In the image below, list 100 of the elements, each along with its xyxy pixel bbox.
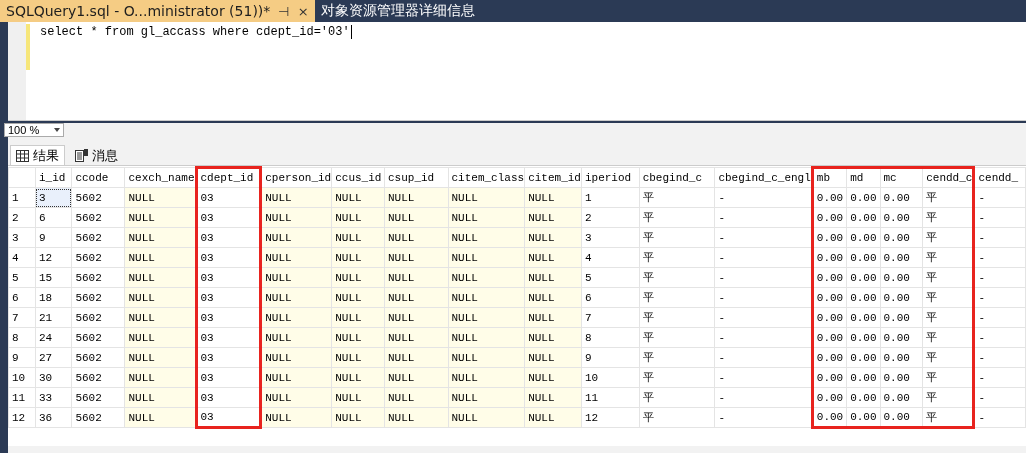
table-cell: 0.00 xyxy=(812,327,847,348)
column-header[interactable]: citem_class xyxy=(448,167,525,188)
column-header[interactable]: cexch_name xyxy=(125,167,196,188)
table-cell: 0.00 xyxy=(846,387,880,408)
column-header[interactable]: csup_id xyxy=(384,167,448,188)
table-cell: 5602 xyxy=(71,367,125,388)
column-header[interactable]: cendd_c xyxy=(922,167,974,188)
table-cell: 5602 xyxy=(71,227,125,248)
table-cell: 15 xyxy=(35,267,72,288)
table-cell: 平 xyxy=(639,407,715,428)
table-cell: - xyxy=(973,407,1026,428)
table-cell: 5602 xyxy=(71,247,125,268)
table-cell: - xyxy=(973,287,1026,308)
table-cell: - xyxy=(973,387,1026,408)
table-cell: 0.00 xyxy=(880,287,923,308)
table-cell: 10 xyxy=(581,367,640,388)
table-cell: 平 xyxy=(639,267,715,288)
row-number: 1 xyxy=(8,187,36,208)
sql-code-line[interactable]: select * from gl_accass where cdept_id='03' xyxy=(40,25,352,39)
table-cell: 平 xyxy=(922,227,974,248)
table-cell: 9 xyxy=(35,227,72,248)
table-cell: 30 xyxy=(35,367,72,388)
table-cell: 11 xyxy=(581,387,640,408)
change-marker xyxy=(26,24,30,70)
table-cell: - xyxy=(973,307,1026,328)
table-cell: 7 xyxy=(581,307,640,328)
column-header[interactable]: i_id xyxy=(35,167,72,188)
table-cell: 平 xyxy=(922,367,974,388)
table-cell: 0.00 xyxy=(812,227,847,248)
column-header[interactable]: cdept_id xyxy=(196,167,261,188)
table-cell: 0.00 xyxy=(880,187,923,208)
result-tab[interactable]: 结果 xyxy=(10,145,65,165)
table-cell: 2 xyxy=(581,207,640,228)
table-cell: 0.00 xyxy=(846,267,880,288)
table-cell: 平 xyxy=(922,347,974,368)
zoom-dropdown[interactable]: 100 % xyxy=(4,123,64,137)
column-header[interactable]: citem_id xyxy=(524,167,582,188)
column-header[interactable]: cendd_ xyxy=(973,167,1026,188)
table-cell: 0.00 xyxy=(812,347,847,368)
row-number: 8 xyxy=(8,327,36,348)
table-cell: 平 xyxy=(639,327,715,348)
table-cell: 0.00 xyxy=(812,307,847,328)
tab-label: SQLQuery1.sql - O...ministrator (51))* xyxy=(6,3,271,19)
column-header[interactable]: mb xyxy=(812,167,847,188)
column-header[interactable]: mc xyxy=(880,167,923,188)
row-number: 5 xyxy=(8,267,36,288)
table-cell: 平 xyxy=(639,207,715,228)
table-cell: - xyxy=(973,367,1026,388)
caret-icon xyxy=(54,128,60,132)
table-cell: 0.00 xyxy=(846,307,880,328)
table-cell: 0.00 xyxy=(880,207,923,228)
table-cell: 平 xyxy=(639,367,715,388)
column-header[interactable]: iperiod xyxy=(581,167,640,188)
table-cell: 4 xyxy=(581,247,640,268)
result-tab[interactable]: 消息 xyxy=(69,145,124,165)
table-cell: 0.00 xyxy=(846,287,880,308)
pin-icon[interactable]: ⊣ xyxy=(278,3,290,19)
document-tab[interactable]: SQLQuery1.sql - O...ministrator (51))* ⊣ × xyxy=(0,0,315,22)
table-cell: 0.00 xyxy=(880,307,923,328)
table-cell: 33 xyxy=(35,387,72,408)
column-header[interactable]: ccus_id xyxy=(331,167,385,188)
table-cell: 0.00 xyxy=(812,267,847,288)
table-cell: 0.00 xyxy=(812,287,847,308)
table-cell: 0.00 xyxy=(880,347,923,368)
table-cell: 6 xyxy=(35,207,72,228)
table-cell: 0.00 xyxy=(846,367,880,388)
table-cell: 平 xyxy=(922,187,974,208)
table-cell: 0.00 xyxy=(880,327,923,348)
table-cell: 0.00 xyxy=(846,247,880,268)
column-header[interactable]: cbegind_c xyxy=(639,167,715,188)
close-icon[interactable]: × xyxy=(297,3,309,19)
table-cell: 0.00 xyxy=(846,327,880,348)
document-tab[interactable]: 对象资源管理器详细信息 xyxy=(314,0,481,22)
table-cell: 6 xyxy=(581,287,640,308)
column-header[interactable]: cbegind_c_engl xyxy=(714,167,813,188)
table-cell: 平 xyxy=(639,307,715,328)
column-header[interactable]: ccode xyxy=(71,167,125,188)
document-icon xyxy=(75,149,88,162)
table-cell: 平 xyxy=(922,247,974,268)
table-cell: 平 xyxy=(922,307,974,328)
table-cell: 0.00 xyxy=(846,407,880,428)
table-cell: 5602 xyxy=(71,347,125,368)
row-number: 3 xyxy=(8,227,36,248)
table-cell: 平 xyxy=(922,387,974,408)
table-cell: 5602 xyxy=(71,187,125,208)
table-cell: 平 xyxy=(922,287,974,308)
row-number: 4 xyxy=(8,247,36,268)
column-header[interactable]: cperson_id xyxy=(260,167,332,188)
row-number: 6 xyxy=(8,287,36,308)
row-number: 9 xyxy=(8,347,36,368)
table-cell: 5602 xyxy=(71,407,125,428)
table-cell: - xyxy=(973,347,1026,368)
table-cell: 平 xyxy=(922,267,974,288)
table-cell: 平 xyxy=(922,407,974,428)
table-cell: 0.00 xyxy=(812,387,847,408)
column-header[interactable]: md xyxy=(846,167,880,188)
table-cell: - xyxy=(973,207,1026,228)
table-cell: 3 xyxy=(581,227,640,248)
table-cell: 5602 xyxy=(71,207,125,228)
table-cell: 0.00 xyxy=(880,387,923,408)
